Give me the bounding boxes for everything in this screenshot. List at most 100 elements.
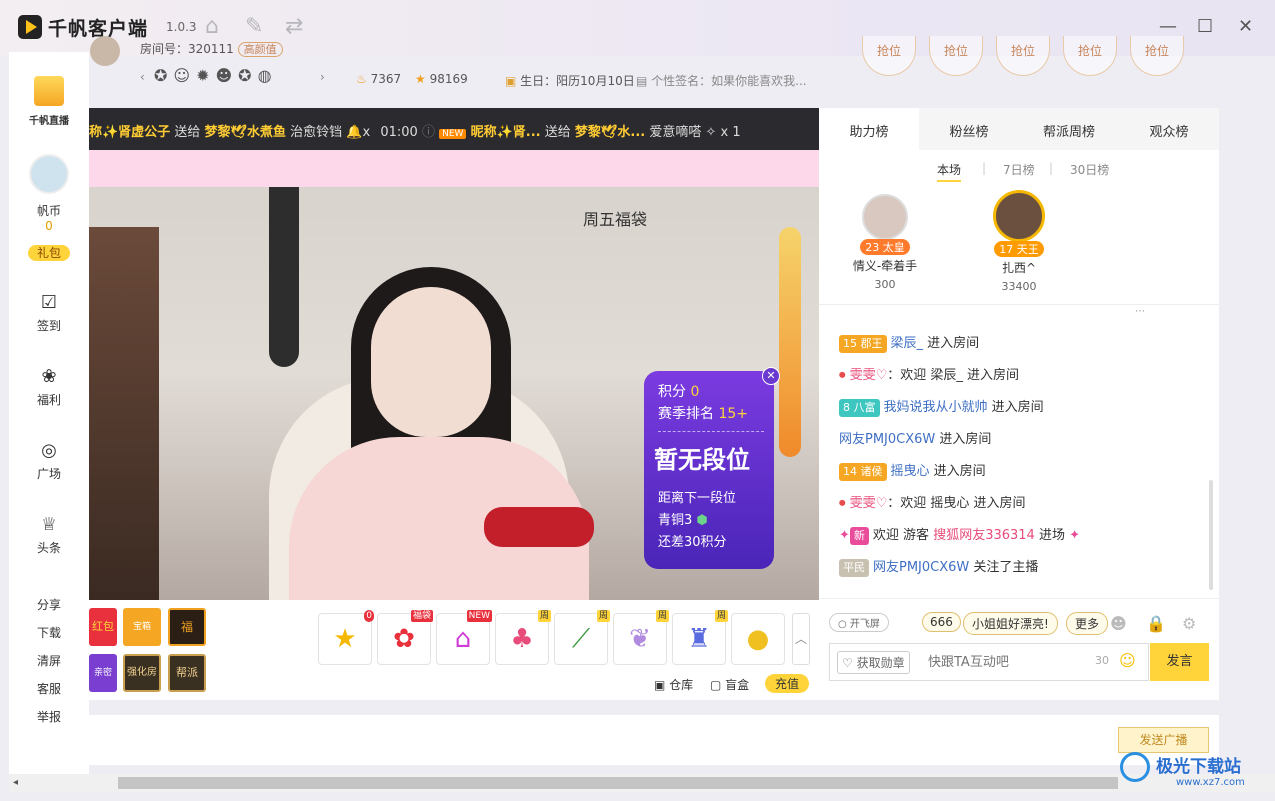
score-gap: 还差30积分 [658, 535, 727, 550]
chat-user[interactable]: 摇曳心 [891, 464, 930, 479]
star-face-icon: ★ [333, 624, 357, 654]
clear-screen-link[interactable]: 清屏 [37, 652, 61, 669]
home-icon[interactable]: ⌂ [205, 14, 219, 39]
quick-reply-more[interactable]: 更多 [1066, 612, 1109, 635]
rank-card-close-icon[interactable]: ✕ [762, 367, 780, 385]
lollipop-icon: ♣ [510, 624, 534, 654]
rank-tabs: 助力榜 粉丝榜 帮派周榜 观众榜 [819, 108, 1219, 150]
chat-user[interactable]: 网友PMJ0CX6W [873, 560, 969, 575]
subtab-30day[interactable]: 30日榜 [1070, 161, 1109, 178]
sidebar-item-plaza[interactable]: ◎ 广场 [9, 440, 89, 482]
subtab-current[interactable]: 本场 [937, 161, 962, 182]
seat-2[interactable]: 抢位 [929, 36, 983, 76]
chat-input[interactable] [928, 652, 1078, 672]
user-avatar[interactable] [29, 154, 69, 194]
toggle-icon: ○ [838, 619, 847, 630]
ticker-count: x [362, 125, 371, 140]
gift-item[interactable]: ★ 0 [318, 610, 374, 665]
recharge-button[interactable]: 充值 [765, 674, 810, 693]
gift-item[interactable]: ❦ 周 [613, 610, 669, 665]
seat-1[interactable]: 抢位 [862, 36, 916, 76]
seat-3[interactable]: 抢位 [996, 36, 1050, 76]
gift-pack[interactable]: 礼包 [9, 244, 89, 261]
seat-4[interactable]: 抢位 [1063, 36, 1117, 76]
gift-pack-button[interactable]: 礼包 [27, 245, 70, 261]
scroll-left-icon[interactable]: ◂ [13, 777, 18, 788]
ticker-sender: 称✨肾虚公子 [89, 125, 171, 140]
chat-list: 15 郡王 梁辰_ 进入房间 ⏺ 雯雯♡：欢迎 梁辰_ 进入房间 8 八富 我妈说我… [819, 310, 1219, 598]
brand-logo[interactable]: 千帆直播 [9, 76, 89, 127]
gift-item[interactable]: ♜ 周 [672, 610, 728, 665]
badge-row-next-icon[interactable]: › [320, 70, 325, 98]
broom-icon[interactable]: ✎ [245, 14, 263, 39]
gift-item[interactable]: ⟋ 周 [554, 610, 610, 665]
chat-prefix: 欢迎 游客 [872, 528, 930, 543]
chat-user[interactable]: 雯雯♡ [850, 496, 888, 511]
subtab-7day[interactable]: 7日榜 [1003, 161, 1035, 178]
intimacy-icon[interactable]: 亲密 [89, 654, 117, 692]
sidebar-item-headline[interactable]: ♕ 头条 [9, 514, 89, 556]
maximize-button[interactable]: ☐ [1197, 16, 1213, 37]
chat-line: ✦ 新欢迎 游客 搜狐网友336314 进场 ✦ [839, 524, 1080, 545]
gift-scroll-up-icon[interactable]: ︿ [792, 613, 810, 665]
ticker-sender-2: 昵称✨肾... [470, 125, 541, 140]
star-icon: ★ [415, 72, 426, 86]
rank-card[interactable]: ✕ 积分 0 赛季排名 15+ 暂无段位 距离下一段位 青铜3 ⬢ 还差30积分 [644, 367, 780, 569]
user-info[interactable]: 帆币 0 [9, 154, 89, 233]
flame-icon: ♨ [356, 72, 367, 86]
lock-icon[interactable]: 🔒 [1146, 614, 1166, 633]
chat-user[interactable]: 搜狐网友336314 [933, 528, 1035, 543]
fortune-icon[interactable]: 福 [168, 608, 206, 646]
seat-5[interactable]: 抢位 [1130, 36, 1184, 76]
gift-item[interactable]: ● [731, 613, 785, 665]
chat-user[interactable]: 网友PMJ0CX6W [839, 432, 935, 447]
download-link[interactable]: 下载 [37, 624, 61, 641]
tab-fans[interactable]: 粉丝榜 [919, 121, 1019, 140]
enhance-room-label: 强化房 [127, 667, 157, 678]
red-packet-icon[interactable]: 红包 [89, 608, 117, 646]
gift-bar: 红包 宝箱 福 亲密 强化房 帮派 ★ 0 ✿ 福袋 ⌂ NEW ♣ 周 ⟋ 周 ❦ 周 ♜… [89, 600, 819, 700]
tab-gang-weekly[interactable]: 帮派周榜 [1019, 121, 1119, 140]
minimize-button[interactable]: — [1159, 16, 1177, 37]
warehouse-button[interactable]: ▣ 仓库 [654, 676, 693, 693]
sparkle-icon: ✦ [1069, 528, 1081, 543]
quick-reply-pretty[interactable]: 小姐姐好漂亮! [963, 612, 1058, 635]
chat-user[interactable]: 梁辰_ [891, 336, 924, 351]
tab-support[interactable]: 助力榜 [819, 108, 919, 150]
live-video[interactable]: 周五福袋 ✕ 积分 0 赛季排名 15+ 暂无段位 距离下一段位 青铜3 ⬢ 还… [89, 187, 819, 600]
medal-button[interactable]: ♡ 获取勋章 [837, 651, 910, 674]
top-user-2[interactable]: 17 天王 扎西^ 33400 [974, 190, 1064, 293]
sidebar-item-welfare[interactable]: ❀ 福利 [9, 366, 89, 408]
chat-scrollbar[interactable] [1209, 480, 1213, 590]
refresh-icon[interactable]: ⇄ [285, 14, 303, 39]
gift-item[interactable]: ✿ 福袋 [377, 610, 433, 665]
badge-row-prev-icon[interactable]: ‹ [140, 70, 145, 98]
report-link[interactable]: 举报 [37, 708, 61, 725]
close-button[interactable]: ✕ [1238, 16, 1253, 37]
emoji-icon[interactable]: ☻ [1110, 614, 1127, 633]
smiley-icon[interactable]: ☺ [1119, 651, 1136, 670]
enhance-room-icon[interactable]: 强化房 [123, 654, 161, 692]
tab-audience[interactable]: 观众榜 [1119, 121, 1219, 140]
gang-icon[interactable]: 帮派 [168, 654, 206, 692]
sidebar-item-label: 头条 [36, 541, 61, 555]
send-button[interactable]: 发言 [1150, 643, 1209, 681]
flyscreen-toggle[interactable]: ○ 开飞屏 [829, 613, 889, 632]
gift-item[interactable]: ♣ 周 [495, 610, 551, 665]
gift-item[interactable]: ⌂ NEW [436, 610, 492, 665]
settings-icon[interactable]: ⚙ [1182, 614, 1196, 633]
broadcast-button[interactable]: 发送广播 [1118, 727, 1209, 753]
app-logo-play-icon [26, 20, 37, 34]
quick-reply-666[interactable]: 666 [922, 612, 961, 632]
scrollbar-thumb[interactable] [118, 777, 1118, 789]
top-user-1[interactable]: 23 太皇 情义-牵着手 300 [840, 194, 930, 291]
sidebar-item-signin[interactable]: ☑ 签到 [9, 292, 89, 334]
treasure-box-icon[interactable]: 宝箱 [123, 608, 161, 646]
chat-user[interactable]: 我妈说我从小就帅 [884, 400, 988, 415]
support-link[interactable]: 客服 [37, 680, 61, 697]
chat-user[interactable]: 雯雯♡ [850, 368, 888, 383]
share-link[interactable]: 分享 [37, 596, 61, 613]
watermark-name: 极光下载站 [1156, 757, 1241, 777]
anchor-avatar[interactable] [90, 36, 120, 66]
blindbox-button[interactable]: ▢ 盲盒 [710, 676, 749, 693]
